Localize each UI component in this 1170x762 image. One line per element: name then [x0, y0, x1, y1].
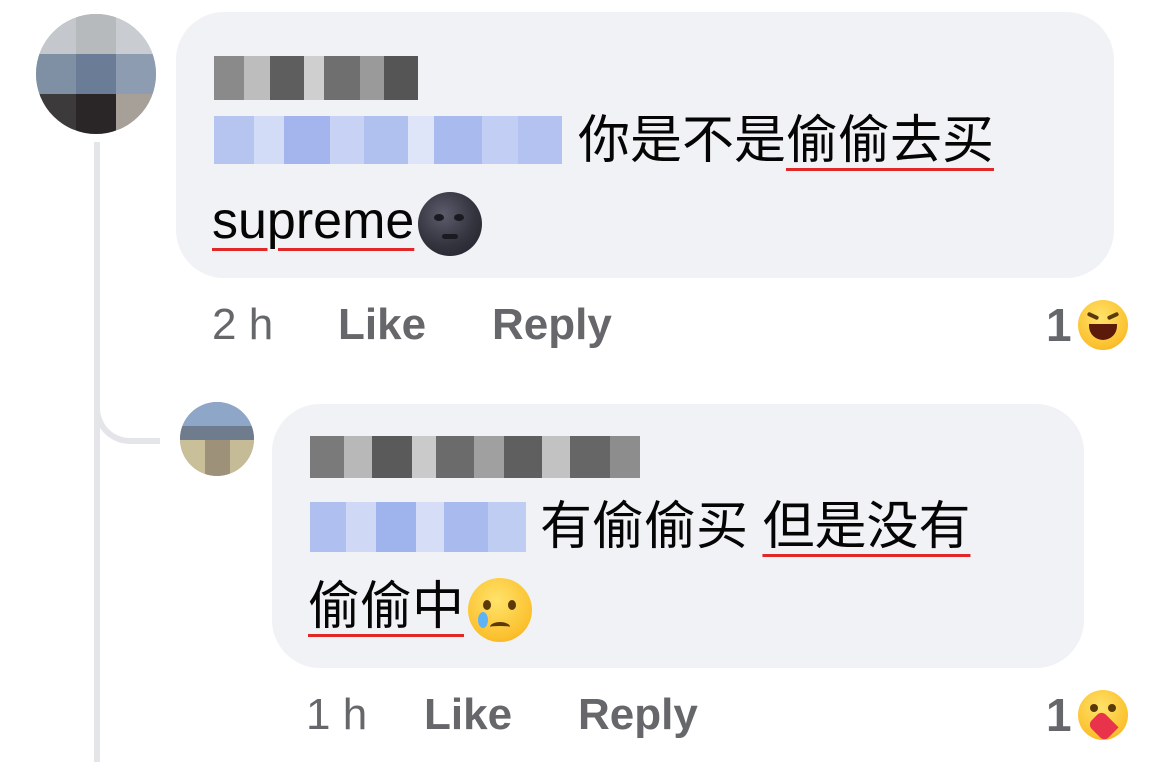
comment-text: 有偷偷买 但是没有: [540, 496, 970, 558]
comment-text: 你是不是偷偷去买: [578, 110, 994, 172]
care-reaction-icon: [1077, 690, 1128, 742]
comment-bubble: 你是不是偷偷去买 supreme: [176, 12, 1114, 278]
reaction-count: 1: [1046, 689, 1072, 741]
like-button[interactable]: Like: [424, 690, 512, 740]
avatar[interactable]: [180, 402, 254, 476]
timestamp[interactable]: 2 h: [212, 300, 273, 349]
comment-text-part: 有偷偷买: [540, 498, 763, 556]
thread-reply-connector: [94, 380, 160, 444]
reaction-summary[interactable]: 1: [1046, 298, 1128, 352]
comment-text-line-2: supreme: [212, 190, 483, 257]
like-button[interactable]: Like: [338, 300, 426, 350]
reaction-summary[interactable]: 1: [1046, 688, 1128, 742]
mention-link-blurred[interactable]: [310, 502, 526, 552]
reaction-count: 1: [1046, 299, 1072, 351]
crying-face-emoji-icon: [468, 578, 533, 643]
misspelled-word: 偷偷去买: [786, 112, 995, 170]
reply-button[interactable]: Reply: [492, 300, 612, 350]
comment-text-line-2: 偷偷中: [308, 576, 533, 643]
new-moon-face-emoji-icon: [418, 192, 483, 257]
mention-link-blurred[interactable]: [214, 116, 562, 164]
thread-line: [94, 142, 100, 762]
author-name-blurred[interactable]: [214, 56, 418, 100]
comment-text-part: 你是不是: [578, 112, 787, 170]
author-name-blurred[interactable]: [310, 436, 640, 478]
avatar[interactable]: [36, 14, 156, 134]
misspelled-word: 偷偷中: [308, 578, 465, 636]
misspelled-word: 但是没有: [762, 498, 971, 556]
timestamp[interactable]: 1 h: [306, 690, 367, 740]
comment-bubble: 有偷偷买 但是没有 偷偷中: [272, 404, 1084, 668]
haha-reaction-icon: [1077, 300, 1128, 350]
reply-button[interactable]: Reply: [578, 690, 698, 740]
misspelled-word: supreme: [212, 192, 415, 250]
comment-meta: 2 h: [212, 300, 273, 350]
